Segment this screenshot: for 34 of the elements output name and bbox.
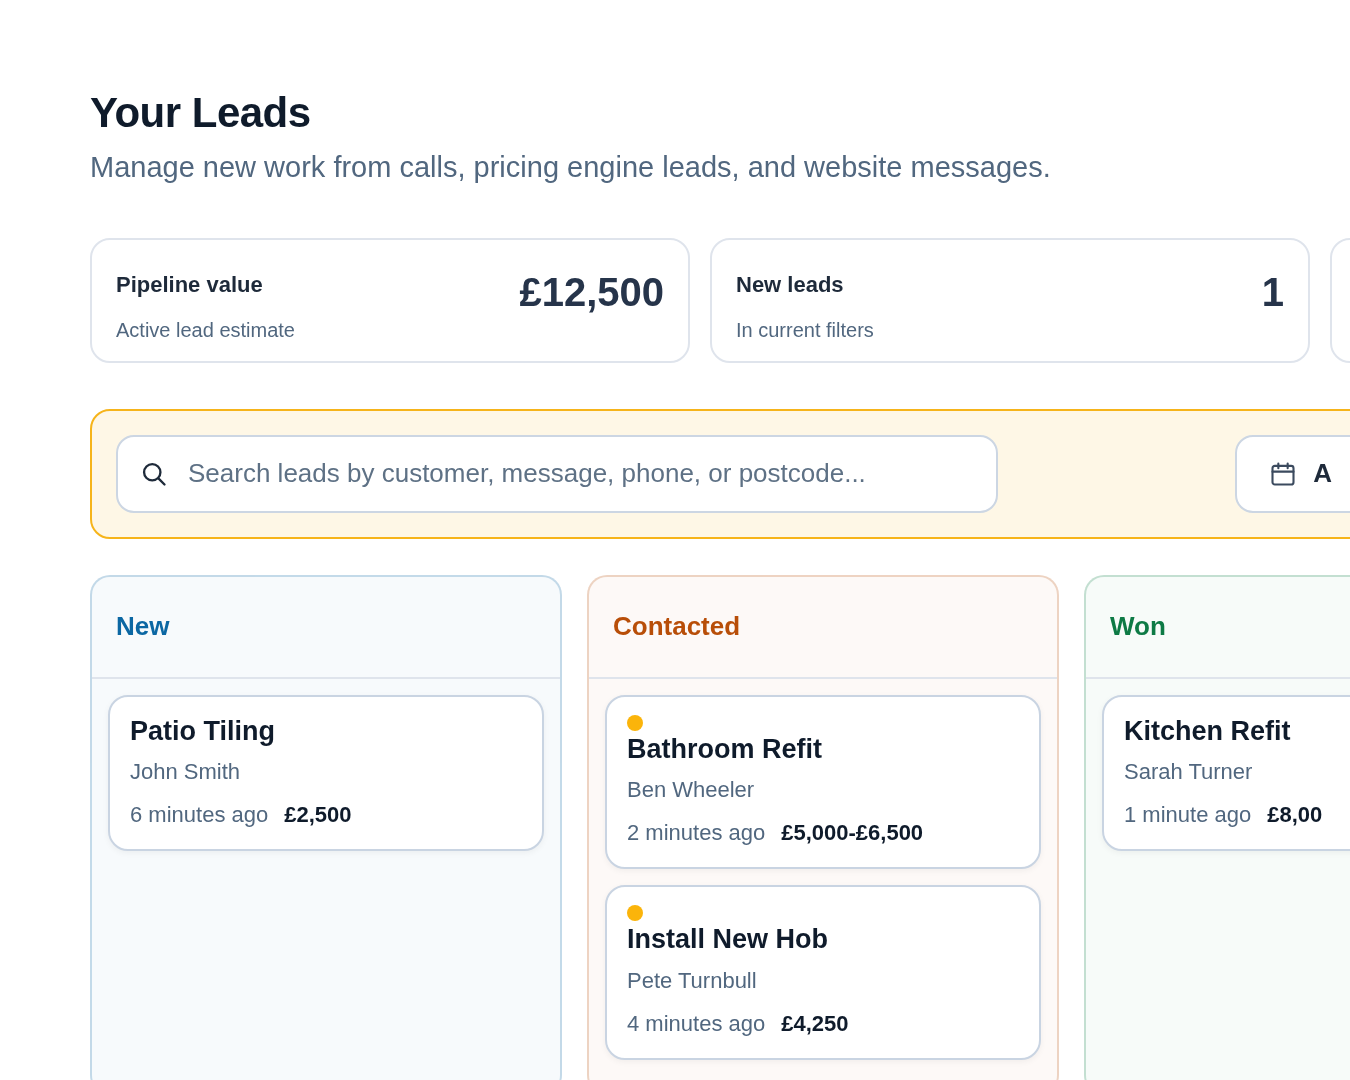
lead-time: 6 minutes ago (130, 801, 269, 830)
lead-time: 4 minutes ago (627, 1009, 766, 1038)
lead-title: Kitchen Refit (1124, 714, 1292, 748)
lead-price: £2,500 (284, 801, 352, 830)
column-title: New (92, 576, 560, 679)
stat-value: £12,500 (519, 271, 664, 316)
lead-card[interactable]: Install New Hob Pete Turnbull 4 minutes ago £4,250 (605, 885, 1041, 1060)
search-field[interactable]: Search leads by customer, message, phone, or postcode... (116, 434, 998, 513)
lead-title: Bathroom Refit (627, 732, 823, 766)
lead-card[interactable]: Bathroom Refit Ben Wheeler 2 minutes ago £5,000-£6,500 (605, 694, 1041, 870)
lead-title: Patio Tiling (130, 714, 276, 748)
lead-time: 1 minute ago (1124, 801, 1252, 830)
customer-name: Ben Wheeler (627, 776, 756, 805)
lead-price: £4,250 (781, 1009, 849, 1038)
calendar-icon (1269, 459, 1298, 488)
customer-name: John Smith (130, 758, 242, 787)
lead-time: 2 minutes ago (627, 819, 766, 848)
stat-value: 1 (1261, 271, 1284, 316)
lead-card[interactable]: Kitchen Refit Sarah Turner 1 minute ago £8,00 (1102, 694, 1350, 852)
lead-card[interactable]: Patio Tiling John Smith 6 minutes ago £2,500 (108, 694, 544, 852)
column-title: Contacted (589, 576, 1057, 679)
lead-price: £8,00 (1267, 801, 1323, 830)
customer-name: Pete Turnbull (627, 966, 758, 995)
page-title: Your Leads (90, 88, 312, 138)
lead-price: £5,000-£6,500 (781, 819, 924, 848)
date-button[interactable]: A (1235, 434, 1350, 513)
column-title: Won (1086, 576, 1350, 679)
lead-title: Install New Hob (627, 923, 830, 956)
stat-label: Pipeline value (116, 270, 264, 299)
stat-caption: In current filters (736, 317, 874, 343)
customer-name: Sarah Turner (1124, 758, 1254, 787)
stat-label: New leads (736, 270, 845, 299)
stat-caption: Active lead estimate (116, 317, 295, 343)
page-subtitle: Manage new work from calls, pricing engine leads, and website messages. (90, 150, 1052, 186)
